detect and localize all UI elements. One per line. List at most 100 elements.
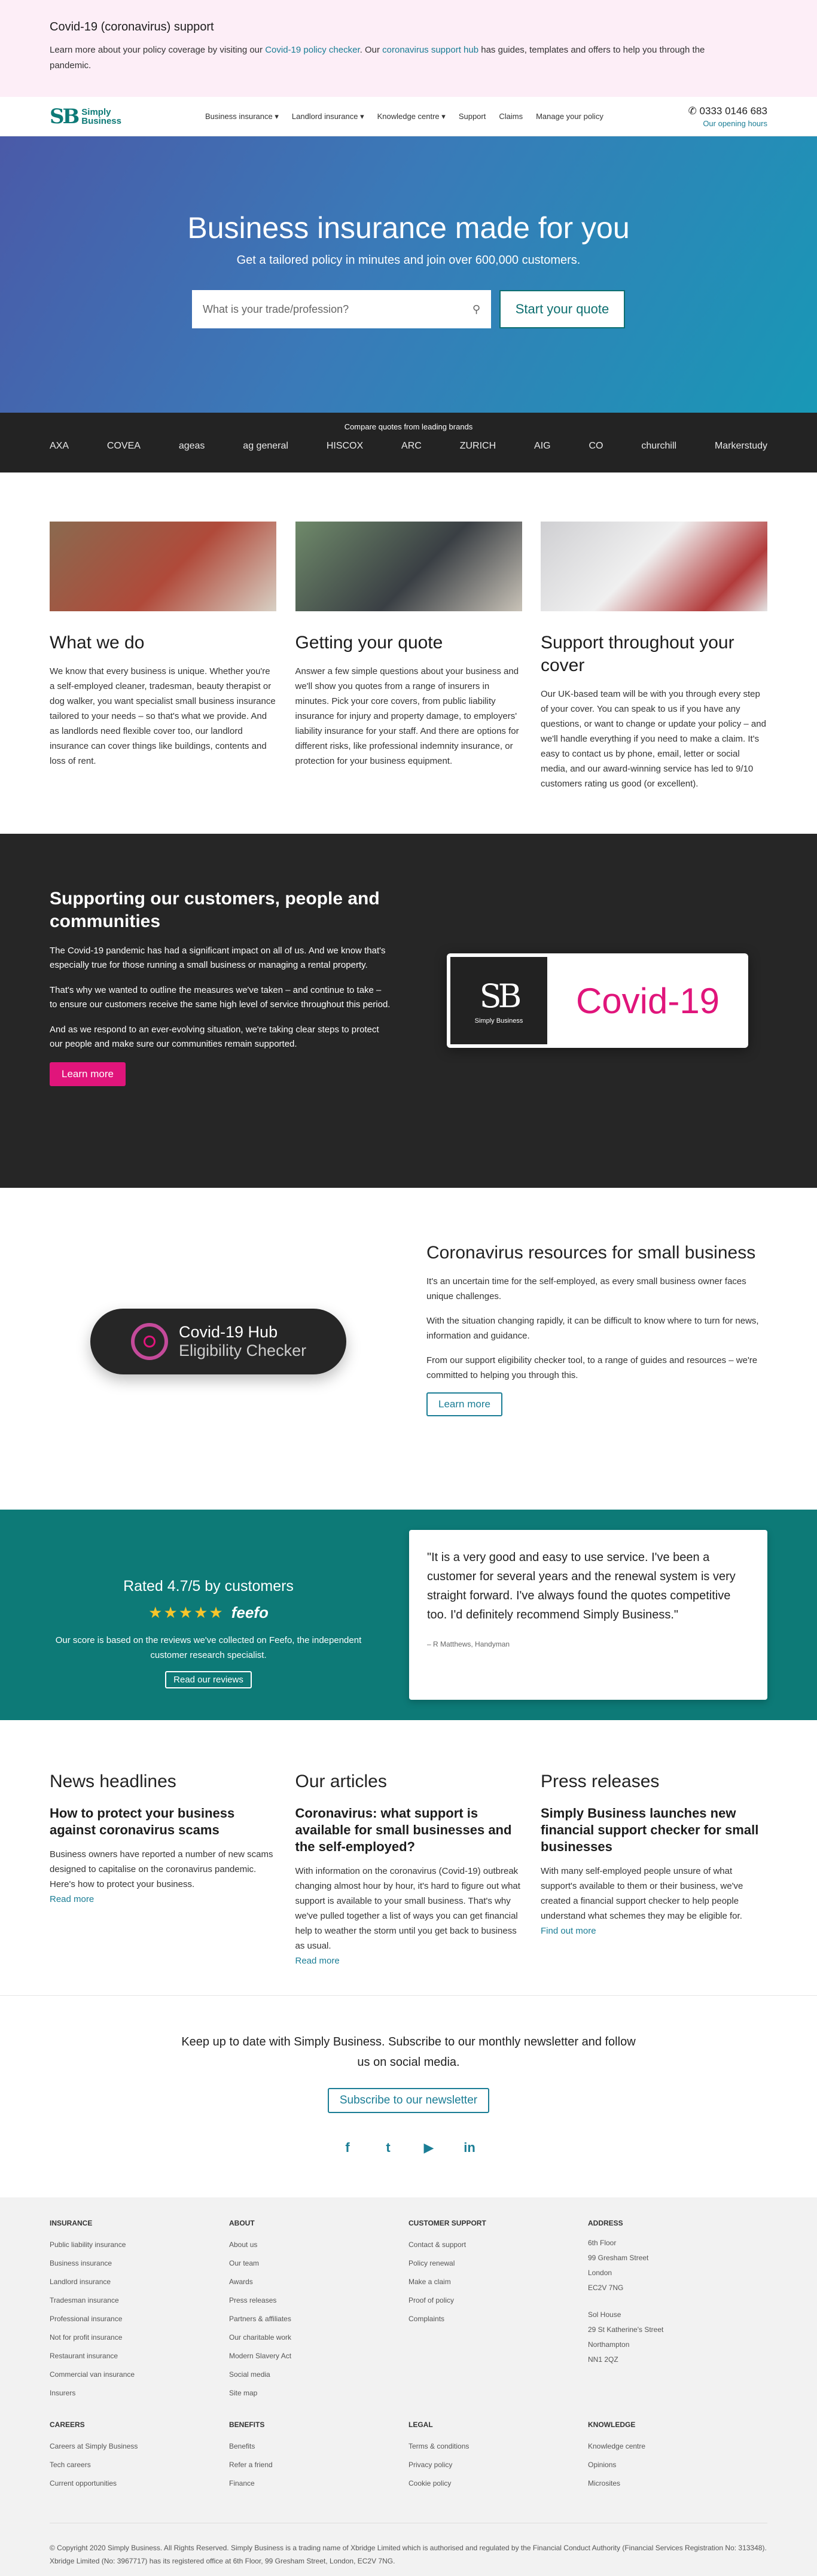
nav-landlord-insurance[interactable]: Landlord insurance ▾	[292, 112, 364, 121]
footer-link[interactable]: Careers at Simply Business	[50, 2437, 229, 2456]
resources-paragraph: With the situation changing rapidly, it …	[426, 1316, 759, 1341]
news-title[interactable]: Coronavirus: what support is available f…	[295, 1805, 522, 1855]
subscribe-newsletter-button[interactable]: Subscribe to our newsletter	[327, 2088, 490, 2113]
nav-claims[interactable]: Claims	[499, 112, 523, 121]
footer-heading: LEGAL	[408, 2420, 433, 2429]
footer-link[interactable]: Current opportunities	[50, 2474, 229, 2493]
news-title[interactable]: How to protect your business against cor…	[50, 1805, 276, 1839]
resources-learn-more-button[interactable]: Learn more	[426, 1392, 502, 1416]
copyright: © Copyright 2020 Simply Business. All Ri…	[50, 2523, 767, 2568]
footer-heading: ABOUT	[229, 2219, 255, 2227]
nav-business-insurance[interactable]: Business insurance ▾	[205, 112, 279, 121]
footer-link[interactable]: Policy renewal	[408, 2254, 588, 2273]
footer-link[interactable]: Restaurant insurance	[50, 2347, 229, 2365]
news-section: News headlines How to protect your busin…	[0, 1720, 817, 1995]
footer-link[interactable]: Privacy policy	[408, 2456, 588, 2474]
footer-link[interactable]: Make a claim	[408, 2273, 588, 2291]
footer-link[interactable]: Insurers	[50, 2384, 229, 2403]
footer-support: CUSTOMER SUPPORT Contact & support Polic…	[408, 2219, 588, 2403]
footer-insurance: INSURANCE Public liability insurance Bus…	[50, 2219, 229, 2403]
covid-support-text: Supporting our customers, people and com…	[50, 888, 391, 1086]
covid-19-card: SB Simply Business Covid-19	[447, 953, 748, 1048]
footer-link[interactable]: Tradesman insurance	[50, 2291, 229, 2310]
twitter-icon[interactable]: t	[380, 2139, 397, 2156]
rating-text: Our score is based on the reviews we've …	[55, 1635, 362, 1660]
covid-banner-text: Learn more about your policy coverage by…	[50, 45, 705, 71]
footer-link[interactable]: Proof of policy	[408, 2291, 588, 2310]
covid-policy-checker-link[interactable]: Covid-19 policy checker	[265, 45, 359, 55]
footer-legal: LEGAL Terms & conditions Privacy policy …	[408, 2420, 588, 2493]
footer-link[interactable]: Contact & support	[408, 2236, 588, 2254]
footer-link[interactable]: Modern Slavery Act	[229, 2347, 408, 2365]
footer-link[interactable]: Press releases	[229, 2291, 408, 2310]
linkedin-icon[interactable]: in	[461, 2139, 478, 2156]
brands-label: Compare quotes from leading brands	[344, 422, 473, 431]
brand-logo: churchill	[641, 441, 677, 451]
footer-link[interactable]: Commercial van insurance	[50, 2365, 229, 2384]
feature-support: Support throughout your cover Our UK-bas…	[541, 522, 767, 791]
footer-link[interactable]: Our team	[229, 2254, 408, 2273]
footer-link[interactable]: Complaints	[408, 2310, 588, 2328]
start-quote-button[interactable]: Start your quote	[499, 290, 625, 328]
find-out-more-link[interactable]: Find out more	[541, 1926, 596, 1936]
read-reviews-button[interactable]: Read our reviews	[165, 1671, 252, 1688]
footer-link[interactable]: Social media	[229, 2365, 408, 2384]
read-more-link[interactable]: Read more	[295, 1956, 340, 1966]
footer-link[interactable]: Cookie policy	[408, 2474, 588, 2493]
footer-link[interactable]: Finance	[229, 2474, 408, 2493]
facebook-icon[interactable]: f	[339, 2139, 356, 2156]
search-icon: ⚲	[472, 303, 480, 315]
footer-link[interactable]: Our charitable work	[229, 2328, 408, 2347]
footer-link[interactable]: Partners & affiliates	[229, 2310, 408, 2328]
phone-number[interactable]: ✆ 0333 0146 683	[688, 105, 767, 117]
press-releases: Press releases Simply Business launches …	[541, 1772, 767, 1968]
resources-paragraph: From our support eligibility checker too…	[426, 1355, 758, 1380]
news-title[interactable]: Simply Business launches new financial s…	[541, 1805, 767, 1855]
footer-benefits: BENEFITS Benefits Refer a friend Finance	[229, 2420, 408, 2493]
read-more-link[interactable]: Read more	[50, 1894, 94, 1904]
footer-link[interactable]: Site map	[229, 2384, 408, 2403]
news-headlines: News headlines How to protect your busin…	[50, 1772, 276, 1968]
covid-banner: Covid-19 (coronavirus) support Learn mor…	[0, 0, 817, 97]
phone-block: ✆ 0333 0146 683 Our opening hours	[688, 105, 767, 128]
footer-link[interactable]: Opinions	[588, 2456, 767, 2474]
footer-link[interactable]: Terms & conditions	[408, 2437, 588, 2456]
brand-logo: AXA	[50, 441, 69, 451]
nav-support[interactable]: Support	[459, 112, 486, 121]
nav-manage-policy[interactable]: Manage your policy	[536, 112, 603, 121]
feature-title: Getting your quote	[295, 633, 443, 653]
feature-photo	[50, 522, 276, 611]
youtube-icon[interactable]: ▶	[420, 2139, 437, 2156]
footer-link[interactable]: Public liability insurance	[50, 2236, 229, 2254]
opening-hours-link[interactable]: Our opening hours	[688, 119, 767, 128]
feature-title: Support throughout your cover	[541, 633, 734, 675]
footer-link[interactable]: Refer a friend	[229, 2456, 408, 2474]
learn-more-button[interactable]: Learn more	[50, 1062, 126, 1086]
footer-link[interactable]: Landlord insurance	[50, 2273, 229, 2291]
feature-text: Answer a few simple questions about your…	[295, 666, 519, 766]
footer-link[interactable]: Professional insurance	[50, 2310, 229, 2328]
footer-link[interactable]: Microsites	[588, 2474, 767, 2493]
rating-title: Rated 4.7/5 by customers	[123, 1578, 294, 1595]
footer-link[interactable]: Benefits	[229, 2437, 408, 2456]
site-logo[interactable]: SB Simply Business	[50, 105, 205, 129]
trade-search-input[interactable]: What is your trade/profession? ⚲	[192, 290, 491, 328]
footer-link[interactable]: Business insurance	[50, 2254, 229, 2273]
news-heading: News headlines	[50, 1772, 176, 1791]
footer-link[interactable]: Awards	[229, 2273, 408, 2291]
hub-ring-icon	[131, 1323, 168, 1360]
footer-link[interactable]: Knowledge centre	[588, 2437, 767, 2456]
footer-link[interactable]: Not for profit insurance	[50, 2328, 229, 2347]
resources-title: Coronavirus resources for small business	[426, 1243, 756, 1263]
resources-paragraph: It's an uncertain time for the self-empl…	[426, 1276, 746, 1301]
nav-knowledge-centre[interactable]: Knowledge centre ▾	[377, 112, 446, 121]
footer-about: ABOUT About us Our team Awards Press rel…	[229, 2219, 408, 2403]
footer-link[interactable]: About us	[229, 2236, 408, 2254]
footer-heading: ADDRESS	[588, 2219, 623, 2227]
covid-19-label: Covid-19	[575, 980, 720, 1021]
rating-summary: Rated 4.7/5 by customers ★★★★★ feefo Our…	[50, 1530, 367, 1700]
site-header: SB Simply Business Business insurance ▾ L…	[0, 97, 817, 136]
footer-link[interactable]: Tech careers	[50, 2456, 229, 2474]
coronavirus-support-hub-link[interactable]: coronavirus support hub	[382, 45, 478, 55]
covid-hub-checker-pill[interactable]: Covid-19 Hub Eligibility Checker	[90, 1309, 346, 1374]
